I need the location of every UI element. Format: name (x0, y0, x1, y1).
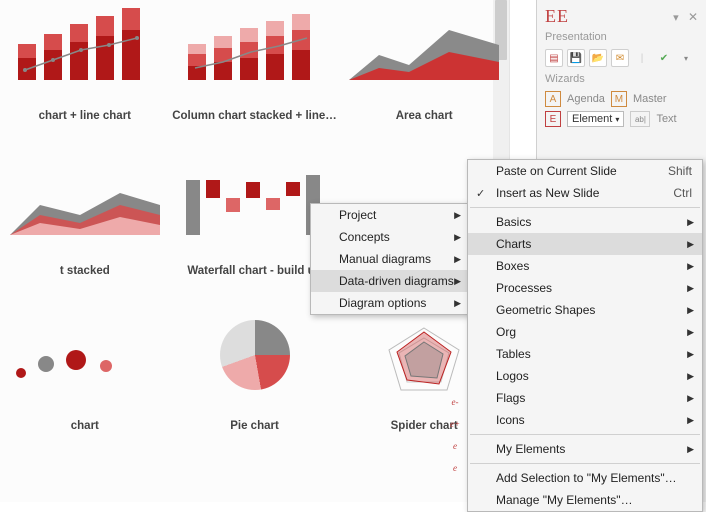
thumb-label: t stacked (60, 265, 110, 295)
new-icon[interactable]: ▤ (545, 49, 563, 67)
menu-item-basics[interactable]: Basics▶ (468, 211, 702, 233)
panel-menu-icon[interactable]: ▾ (673, 12, 679, 24)
section-wizards: Wizards (537, 71, 706, 91)
menu-item-charts[interactable]: Charts▶ (468, 233, 702, 255)
chevron-right-icon: ▶ (687, 261, 694, 272)
check-icon: ✓ (476, 187, 485, 200)
menu-item-tables[interactable]: Tables▶ (468, 343, 702, 365)
my-elements-icon[interactable]: e (447, 463, 463, 479)
chart-thumb-stacked-line[interactable]: Column chart stacked + line… (170, 10, 340, 140)
menu-item-concepts[interactable]: Concepts▶ (311, 226, 469, 248)
chevron-right-icon: ▶ (687, 305, 694, 316)
chart-thumb-area-stacked[interactable]: t stacked (0, 165, 170, 295)
thumb-label: chart (71, 420, 99, 450)
chevron-right-icon: ▶ (454, 298, 461, 309)
agenda-label[interactable]: Agenda (567, 93, 605, 105)
my-elements-minus-icon[interactable]: e- (447, 397, 463, 413)
menu-item-org[interactable]: Org▶ (468, 321, 702, 343)
chevron-right-icon: ▶ (687, 283, 694, 294)
chart-thumb-pie[interactable]: Pie chart (170, 320, 340, 450)
thumb-label: chart + line chart (39, 110, 131, 140)
menu-item-my-elements[interactable]: My Elements▶ (468, 438, 702, 460)
chevron-right-icon: ▶ (687, 327, 694, 338)
chevron-right-icon: ▶ (454, 210, 461, 221)
chevron-right-icon: ▶ (454, 276, 461, 287)
menu-item-add-to-my-elements[interactable]: Add Selection to "My Elements"… (468, 467, 702, 489)
brand-logo: EE (545, 6, 569, 27)
mail-icon[interactable]: ✉ (611, 49, 629, 67)
diagram-type-submenu: Project▶ Concepts▶ Manual diagrams▶ Data… (310, 203, 470, 315)
element-context-menu: Paste on Current SlideShift ✓Insert as N… (467, 159, 703, 512)
presentation-toolbar: ▤ 💾 📂 ✉ | ✔ ▾ (537, 49, 706, 71)
master-icon[interactable]: M (611, 91, 627, 107)
thumb-label: Area chart (396, 110, 453, 140)
open-icon[interactable]: 📂 (589, 49, 607, 67)
chevron-right-icon: ▶ (687, 239, 694, 250)
chart-thumb-column-line[interactable]: chart + line chart (0, 10, 170, 140)
menu-item-flags[interactable]: Flags▶ (468, 387, 702, 409)
my-elements-plus-icon[interactable]: e+ (447, 419, 463, 435)
dropdown-icon[interactable]: ▾ (677, 49, 695, 67)
check-icon[interactable]: ✔ (655, 49, 673, 67)
menu-item-icons[interactable]: Icons▶ (468, 409, 702, 431)
wizards-row: A Agenda M Master (537, 91, 706, 111)
panel-close-icon[interactable]: ✕ (688, 10, 698, 24)
menu-item-manage-my-elements[interactable]: Manage "My Elements"… (468, 489, 702, 511)
chart-thumb-bubble[interactable]: chart (0, 320, 170, 450)
thumb-label: Pie chart (230, 420, 279, 450)
separator: | (633, 49, 651, 67)
chevron-right-icon: ▶ (454, 232, 461, 243)
menu-item-boxes[interactable]: Boxes▶ (468, 255, 702, 277)
gallery-row: chart + line chart Column chart stacked … (0, 10, 509, 140)
accelerator: Shift (668, 164, 692, 178)
chevron-right-icon: ▶ (687, 393, 694, 404)
chevron-right-icon: ▶ (454, 254, 461, 265)
menu-separator (470, 207, 700, 208)
thumb-label: Waterfall chart - build up (187, 265, 321, 295)
chevron-right-icon: ▶ (687, 415, 694, 426)
menu-item-project[interactable]: Project▶ (311, 204, 469, 226)
chevron-right-icon: ▶ (687, 349, 694, 360)
text-label[interactable]: Text (656, 113, 676, 125)
my-elements-icon[interactable]: e (447, 441, 463, 457)
menu-item-insert-new-slide[interactable]: ✓Insert as New SlideCtrl (468, 182, 702, 204)
element-icon[interactable]: E (545, 111, 561, 127)
save-icon[interactable]: 💾 (567, 49, 585, 67)
menu-separator (470, 434, 700, 435)
element-row: E Element ▾ ab| Text (537, 111, 706, 127)
chevron-right-icon: ▶ (687, 371, 694, 382)
gallery-row: chart Pie chart Spider chart (0, 320, 509, 450)
menu-item-manual-diagrams[interactable]: Manual diagrams▶ (311, 248, 469, 270)
chevron-right-icon: ▶ (687, 444, 694, 455)
menu-item-paste-slide[interactable]: Paste on Current SlideShift (468, 160, 702, 182)
chart-thumb-area[interactable]: Area chart (339, 10, 509, 140)
menu-item-data-driven-diagrams[interactable]: Data-driven diagrams▶ (311, 270, 469, 292)
textbox-icon[interactable]: ab| (630, 111, 650, 127)
menu-separator (470, 463, 700, 464)
element-dropdown[interactable]: Element ▾ (567, 111, 624, 127)
menu-item-diagram-options[interactable]: Diagram options▶ (311, 292, 469, 314)
agenda-icon[interactable]: A (545, 91, 561, 107)
master-label[interactable]: Master (633, 93, 667, 105)
chevron-right-icon: ▶ (687, 217, 694, 228)
menu-item-logos[interactable]: Logos▶ (468, 365, 702, 387)
thumb-label: Column chart stacked + line… (172, 110, 337, 140)
accelerator: Ctrl (673, 186, 692, 200)
mini-icon-strip: e- e+ e e (447, 397, 463, 479)
section-presentation: Presentation (537, 29, 706, 49)
menu-item-geometric-shapes[interactable]: Geometric Shapes▶ (468, 299, 702, 321)
menu-item-processes[interactable]: Processes▶ (468, 277, 702, 299)
